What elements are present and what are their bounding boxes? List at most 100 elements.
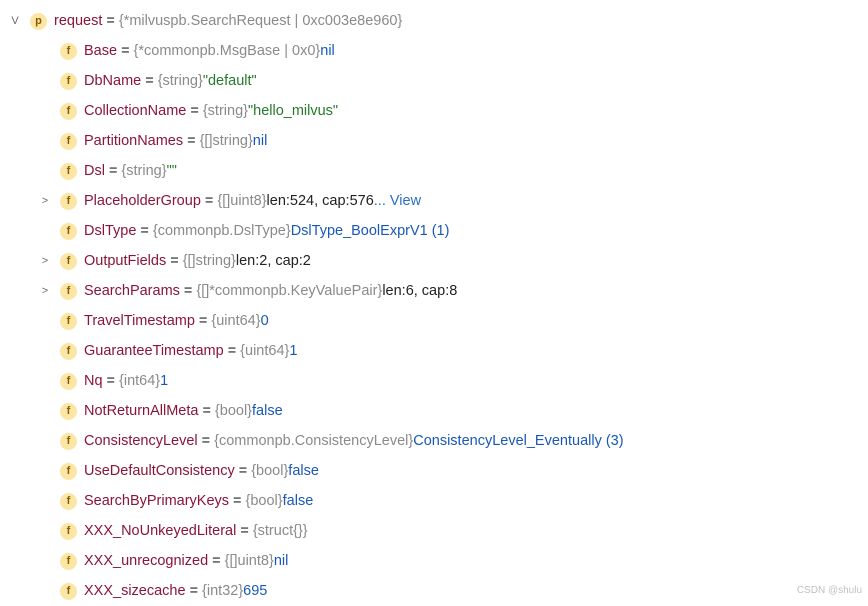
field-type: {[]uint8}: [217, 194, 266, 209]
field-name: PlaceholderGroup: [84, 194, 201, 209]
field-value: "hello_milvus": [248, 104, 338, 119]
field-type: {[]uint8}: [225, 554, 274, 569]
field-badge-icon: f: [60, 553, 77, 570]
field-type: {commonpb.ConsistencyLevel}: [214, 434, 413, 449]
equals: =: [145, 74, 153, 89]
field-value: 1: [160, 374, 168, 389]
field-badge-icon: f: [60, 163, 77, 180]
field-value: "": [167, 164, 177, 179]
field-badge-icon: f: [60, 583, 77, 600]
field-value: nil: [274, 554, 289, 569]
field-type: {bool}: [215, 404, 252, 419]
field-value: len:6, cap:8: [382, 284, 457, 299]
chevron-right-icon[interactable]: >: [42, 196, 48, 207]
field-badge-icon: f: [60, 103, 77, 120]
equals: =: [233, 494, 241, 509]
equals: =: [199, 314, 207, 329]
field-name: Base: [84, 44, 117, 59]
field-name: SearchParams: [84, 284, 180, 299]
field-name: Dsl: [84, 164, 105, 179]
tree-row-Nq[interactable]: fNq={int64} 1: [0, 366, 868, 396]
watermark: CSDN @shulu: [797, 586, 862, 596]
field-badge-icon: f: [60, 403, 77, 420]
field-name: Nq: [84, 374, 103, 389]
field-value: 695: [243, 584, 267, 599]
equals: =: [107, 374, 115, 389]
tree-row-SearchParams[interactable]: >fSearchParams={[]*commonpb.KeyValuePair…: [0, 276, 868, 306]
field-name: NotReturnAllMeta: [84, 404, 198, 419]
field-badge-icon: f: [60, 313, 77, 330]
equals: =: [205, 194, 213, 209]
tree-row-DbName[interactable]: fDbName={string} "default": [0, 66, 868, 96]
equals: =: [106, 14, 114, 29]
field-badge-icon: f: [60, 343, 77, 360]
field-name: XXX_sizecache: [84, 584, 186, 599]
tree-row-NotReturnAllMeta[interactable]: f NotReturnAllMeta = {bool} false: [0, 396, 868, 426]
field-name: DslType: [84, 224, 136, 239]
equals: =: [190, 104, 198, 119]
equals: =: [190, 584, 198, 599]
field-type: {bool}: [251, 464, 288, 479]
field-type: {[]string}: [200, 134, 253, 149]
field-name: XXX_NoUnkeyedLiteral: [84, 524, 236, 539]
field-value: 0: [261, 314, 269, 329]
tree-row-DslType[interactable]: fDslType={commonpb.DslType} DslType_Bool…: [0, 216, 868, 246]
equals: =: [228, 344, 236, 359]
field-type: {int32}: [202, 584, 243, 599]
tree-row-root[interactable]: V p request = {*milvuspb.SearchRequest |…: [0, 6, 868, 36]
field-badge-icon: f: [60, 133, 77, 150]
tree-row-TravelTimestamp[interactable]: fTravelTimestamp={uint64} 0: [0, 306, 868, 336]
tree-row-XXX_unrecognized[interactable]: fXXX_unrecognized={[]uint8} nil: [0, 546, 868, 576]
tree-row-OutputFields[interactable]: >fOutputFields={[]string} len:2, cap:2: [0, 246, 868, 276]
field-type: {int64}: [119, 374, 160, 389]
field-value: len:524, cap:576: [267, 194, 374, 209]
equals: =: [240, 524, 248, 539]
field-name: OutputFields: [84, 254, 166, 269]
field-type: {commonpb.DslType}: [153, 224, 291, 239]
field-value: nil: [320, 44, 335, 59]
tree-row-Base[interactable]: fBase={*commonpb.MsgBase | 0x0} nil: [0, 36, 868, 66]
field-type: {*commonpb.MsgBase | 0x0}: [134, 44, 321, 59]
field-value: len:2, cap:2: [236, 254, 311, 269]
view-link[interactable]: ... View: [374, 194, 421, 209]
field-value: "default": [203, 74, 257, 89]
param-badge-icon: p: [30, 13, 47, 30]
equals: =: [187, 134, 195, 149]
field-badge-icon: f: [60, 193, 77, 210]
chevron-right-icon[interactable]: >: [42, 256, 48, 267]
chevron-right-icon[interactable]: >: [42, 286, 48, 297]
field-value: false: [252, 404, 283, 419]
var-type: {*milvuspb.SearchRequest | 0xc003e8e960}: [119, 14, 403, 29]
equals: =: [170, 254, 178, 269]
equals: =: [202, 404, 210, 419]
field-badge-icon: f: [60, 43, 77, 60]
tree-row-CollectionName[interactable]: fCollectionName={string} "hello_milvus": [0, 96, 868, 126]
field-badge-icon: f: [60, 463, 77, 480]
tree-row-ConsistencyLevel[interactable]: fConsistencyLevel={commonpb.ConsistencyL…: [0, 426, 868, 456]
field-value: DslType_BoolExprV1 (1): [291, 224, 450, 239]
tree-row-Dsl[interactable]: fDsl={string} "": [0, 156, 868, 186]
field-badge-icon: f: [60, 523, 77, 540]
field-name: CollectionName: [84, 104, 186, 119]
field-name: UseDefaultConsistency: [84, 464, 235, 479]
chevron-down-icon[interactable]: V: [11, 16, 18, 27]
tree-row-PlaceholderGroup[interactable]: > f PlaceholderGroup = {[]uint8} len:524, ca…: [0, 186, 868, 216]
tree-row-PartitionNames[interactable]: fPartitionNames={[]string} nil: [0, 126, 868, 156]
field-type: {uint64}: [240, 344, 289, 359]
var-name: request: [54, 14, 102, 29]
field-badge-icon: f: [60, 73, 77, 90]
equals: =: [239, 464, 247, 479]
field-value: false: [288, 464, 319, 479]
field-badge-icon: f: [60, 493, 77, 510]
tree-row-SearchByPrimaryKeys[interactable]: fSearchByPrimaryKeys={bool} false: [0, 486, 868, 516]
tree-row-UseDefaultConsistency[interactable]: f UseDefaultConsistency = {bool} false: [0, 456, 868, 486]
field-type: {struct{}}: [253, 524, 308, 539]
field-type: {bool}: [246, 494, 283, 509]
tree-row-GuaranteeTimestamp[interactable]: fGuaranteeTimestamp={uint64} 1: [0, 336, 868, 366]
field-name: GuaranteeTimestamp: [84, 344, 224, 359]
tree-row-XXX_NoUnkeyedLiteral[interactable]: f XXX_NoUnkeyedLiteral = {struct{}}: [0, 516, 868, 546]
equals: =: [202, 434, 210, 449]
tree-row-XXX_sizecache[interactable]: f XXX_sizecache = {int32} 695: [0, 576, 868, 606]
field-name: PartitionNames: [84, 134, 183, 149]
field-name: DbName: [84, 74, 141, 89]
